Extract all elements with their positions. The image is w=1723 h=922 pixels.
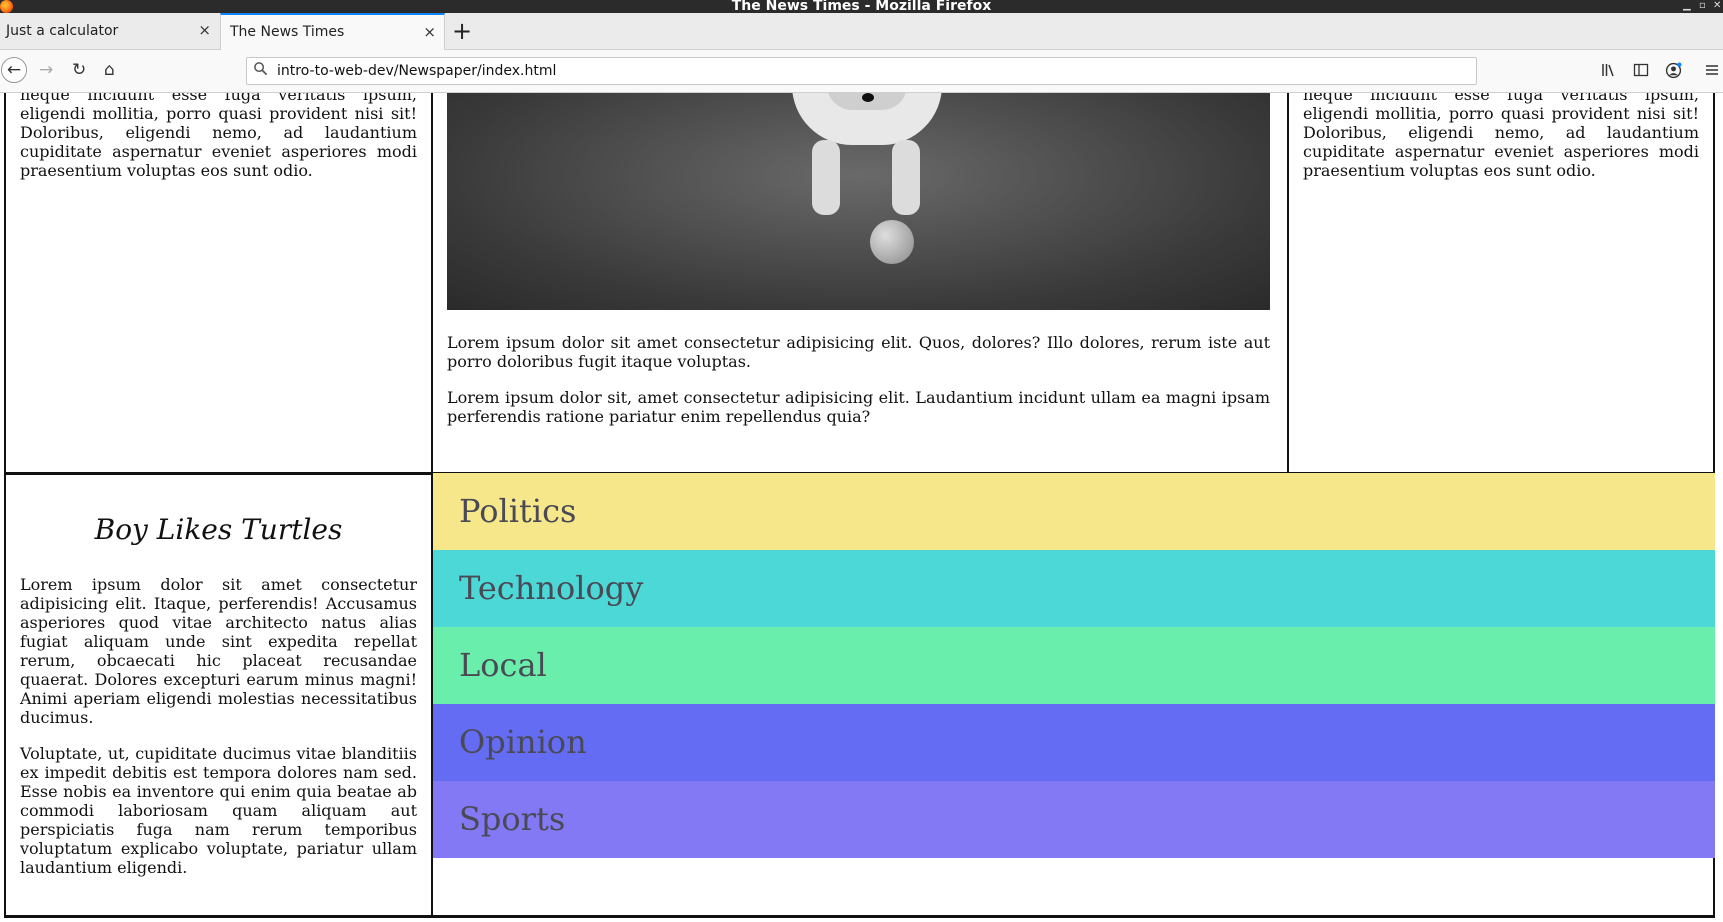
ball-shape <box>870 220 914 264</box>
window-title: The News Times - Mozilla Firefox <box>731 0 992 13</box>
paragraph: Lorem ipsum dolor sit, amet consectetur … <box>447 388 1270 426</box>
close-tab-icon[interactable]: × <box>198 21 211 39</box>
close-window-icon[interactable]: ✕ <box>1713 0 1721 12</box>
search-icon <box>253 61 268 80</box>
new-tab-button[interactable]: + <box>452 17 472 45</box>
article-column: Boy Likes Turtles Lorem ipsum dolor sit … <box>4 473 433 918</box>
category-opinion[interactable]: Opinion <box>433 704 1715 781</box>
category-local[interactable]: Local <box>433 627 1715 704</box>
tab-bar: Just a calculator × The News Times × + <box>0 13 1723 51</box>
minimize-icon[interactable]: ▁ <box>1683 0 1691 12</box>
window-titlebar: The News Times - Mozilla Firefox ▁ ▫ ✕ <box>0 0 1723 13</box>
menu-icon[interactable] <box>1704 62 1720 82</box>
url-bar[interactable]: intro-to-web-dev/Newspaper/index.html <box>246 57 1477 85</box>
tab-just-a-calculator[interactable]: Just a calculator × <box>0 13 219 50</box>
paragraph: Lorem ipsum dolor sit amet consectetur a… <box>20 575 417 727</box>
category-technology[interactable]: Technology <box>433 550 1715 627</box>
paragraph: Voluptate, ut, cupiditate ducimus vitae … <box>20 744 417 877</box>
sidebar-icon[interactable] <box>1633 62 1649 82</box>
paragraph: neque incidunt esse fuga veritatis ipsum… <box>20 93 417 180</box>
dog-nose-shape <box>862 93 874 102</box>
home-button[interactable]: ⌂ <box>104 60 115 80</box>
dog-leg-shape <box>892 140 920 215</box>
forward-button[interactable]: → <box>39 60 53 80</box>
tab-the-news-times[interactable]: The News Times × <box>220 13 445 51</box>
category-nav: Politics Technology Local Opinion Sports <box>431 473 1715 918</box>
url-text[interactable]: intro-to-web-dev/Newspaper/index.html <box>277 63 556 79</box>
dog-photo <box>447 93 1270 310</box>
library-icon[interactable] <box>1601 62 1617 82</box>
maximize-icon[interactable]: ▫ <box>1699 0 1706 12</box>
tab-label: Just a calculator <box>6 23 119 39</box>
category-sports[interactable]: Sports <box>433 781 1715 858</box>
category-politics[interactable]: Politics <box>433 473 1715 550</box>
reload-button[interactable]: ↻ <box>72 60 86 80</box>
account-icon[interactable] <box>1665 62 1682 83</box>
section-divider <box>4 915 1715 918</box>
close-tab-icon[interactable]: × <box>423 23 436 41</box>
firefox-logo-icon <box>0 0 13 13</box>
dog-leg-shape <box>812 140 840 215</box>
paragraph: Lorem ipsum dolor sit amet consectetur a… <box>447 333 1270 371</box>
back-button[interactable]: ← <box>1 57 27 83</box>
navigation-toolbar: ← → ↻ ⌂ intro-to-web-dev/Newspaper/index… <box>0 50 1723 93</box>
paragraph: neque incidunt esse fuga veritatis ipsum… <box>1303 93 1699 180</box>
page-content: neque incidunt esse fuga veritatis ipsum… <box>0 93 1723 922</box>
article-title: Boy Likes Turtles <box>94 513 343 546</box>
tab-label: The News Times <box>230 24 345 40</box>
